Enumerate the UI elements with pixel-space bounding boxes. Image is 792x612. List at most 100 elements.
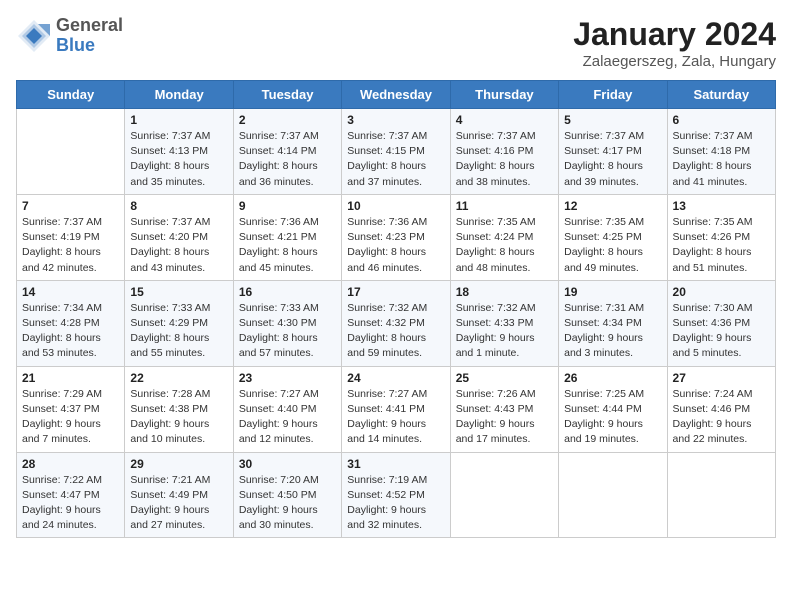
logo: General Blue — [16, 16, 123, 56]
calendar-week-row: 28 Sunrise: 7:22 AMSunset: 4:47 PMDayligh… — [17, 452, 776, 538]
calendar-cell: 28 Sunrise: 7:22 AMSunset: 4:47 PMDayligh… — [17, 452, 125, 538]
day-number: 24 — [347, 371, 444, 385]
page-title: January 2024 — [573, 16, 776, 53]
day-info: Sunrise: 7:37 AMSunset: 4:18 PMDaylight:… — [673, 129, 770, 190]
calendar-cell: 27 Sunrise: 7:24 AMSunset: 4:46 PMDayligh… — [667, 366, 775, 452]
logo-text: General Blue — [56, 16, 123, 56]
day-info: Sunrise: 7:37 AMSunset: 4:17 PMDaylight:… — [564, 129, 661, 190]
day-info: Sunrise: 7:37 AMSunset: 4:15 PMDaylight:… — [347, 129, 444, 190]
calendar-cell: 13Sunrise: 7:35 AMSunset: 4:26 PMDayligh… — [667, 194, 775, 280]
page-subtitle: Zalaegerszeg, Zala, Hungary — [573, 53, 776, 70]
day-info: Sunrise: 7:21 AMSunset: 4:49 PMDaylight:… — [130, 473, 227, 534]
day-info: Sunrise: 7:27 AMSunset: 4:41 PMDaylight:… — [347, 387, 444, 448]
calendar-cell: 9 Sunrise: 7:36 AMSunset: 4:21 PMDaylight… — [233, 194, 341, 280]
calendar-cell — [559, 452, 667, 538]
calendar-week-row: 1Sunrise: 7:37 AMSunset: 4:13 PMDaylight… — [17, 109, 776, 195]
day-info: Sunrise: 7:32 AMSunset: 4:33 PMDaylight:… — [456, 301, 553, 362]
day-number: 13 — [673, 199, 770, 213]
day-number: 26 — [564, 371, 661, 385]
day-number: 31 — [347, 457, 444, 471]
day-info: Sunrise: 7:24 AMSunset: 4:46 PMDaylight:… — [673, 387, 770, 448]
day-info: Sunrise: 7:26 AMSunset: 4:43 PMDaylight:… — [456, 387, 553, 448]
day-info: Sunrise: 7:36 AMSunset: 4:23 PMDaylight:… — [347, 215, 444, 276]
calendar-cell: 3 Sunrise: 7:37 AMSunset: 4:15 PMDaylight… — [342, 109, 450, 195]
day-number: 3 — [347, 113, 444, 127]
calendar-week-row: 7 Sunrise: 7:37 AMSunset: 4:19 PMDaylight… — [17, 194, 776, 280]
day-info: Sunrise: 7:33 AMSunset: 4:29 PMDaylight:… — [130, 301, 227, 362]
calendar-cell: 8 Sunrise: 7:37 AMSunset: 4:20 PMDaylight… — [125, 194, 233, 280]
day-number: 14 — [22, 285, 119, 299]
day-number: 7 — [22, 199, 119, 213]
weekday-header: Thursday — [450, 81, 558, 109]
day-number: 12 — [564, 199, 661, 213]
day-number: 25 — [456, 371, 553, 385]
day-number: 4 — [456, 113, 553, 127]
calendar-cell: 22Sunrise: 7:28 AMSunset: 4:38 PMDayligh… — [125, 366, 233, 452]
day-number: 18 — [456, 285, 553, 299]
day-number: 11 — [456, 199, 553, 213]
weekday-header: Saturday — [667, 81, 775, 109]
calendar-cell: 5 Sunrise: 7:37 AMSunset: 4:17 PMDaylight… — [559, 109, 667, 195]
day-info: Sunrise: 7:32 AMSunset: 4:32 PMDaylight:… — [347, 301, 444, 362]
weekday-header-row: SundayMondayTuesdayWednesdayThursdayFrid… — [17, 81, 776, 109]
day-info: Sunrise: 7:22 AMSunset: 4:47 PMDaylight:… — [22, 473, 119, 534]
day-number: 2 — [239, 113, 336, 127]
day-number: 15 — [130, 285, 227, 299]
day-info: Sunrise: 7:27 AMSunset: 4:40 PMDaylight:… — [239, 387, 336, 448]
calendar-cell — [667, 452, 775, 538]
calendar-cell: 21Sunrise: 7:29 AMSunset: 4:37 PMDayligh… — [17, 366, 125, 452]
day-info: Sunrise: 7:30 AMSunset: 4:36 PMDaylight:… — [673, 301, 770, 362]
calendar-cell: 14 Sunrise: 7:34 AMSunset: 4:28 PMDayligh… — [17, 280, 125, 366]
day-info: Sunrise: 7:19 AMSunset: 4:52 PMDaylight:… — [347, 473, 444, 534]
weekday-header: Monday — [125, 81, 233, 109]
calendar-cell: 6Sunrise: 7:37 AMSunset: 4:18 PMDaylight… — [667, 109, 775, 195]
calendar-cell: 4 Sunrise: 7:37 AMSunset: 4:16 PMDaylight… — [450, 109, 558, 195]
day-info: Sunrise: 7:33 AMSunset: 4:30 PMDaylight:… — [239, 301, 336, 362]
weekday-header: Wednesday — [342, 81, 450, 109]
calendar-cell: 16 Sunrise: 7:33 AMSunset: 4:30 PMDayligh… — [233, 280, 341, 366]
day-info: Sunrise: 7:25 AMSunset: 4:44 PMDaylight:… — [564, 387, 661, 448]
day-number: 28 — [22, 457, 119, 471]
title-block: January 2024 Zalaegerszeg, Zala, Hungary — [573, 16, 776, 70]
day-number: 23 — [239, 371, 336, 385]
calendar-cell: 30Sunrise: 7:20 AMSunset: 4:50 PMDayligh… — [233, 452, 341, 538]
calendar-cell: 1Sunrise: 7:37 AMSunset: 4:13 PMDaylight… — [125, 109, 233, 195]
calendar-cell: 15 Sunrise: 7:33 AMSunset: 4:29 PMDayligh… — [125, 280, 233, 366]
calendar-cell: 19Sunrise: 7:31 AMSunset: 4:34 PMDayligh… — [559, 280, 667, 366]
day-info: Sunrise: 7:29 AMSunset: 4:37 PMDaylight:… — [22, 387, 119, 448]
calendar-week-row: 14 Sunrise: 7:34 AMSunset: 4:28 PMDayligh… — [17, 280, 776, 366]
calendar-cell: 31 Sunrise: 7:19 AMSunset: 4:52 PMDayligh… — [342, 452, 450, 538]
day-info: Sunrise: 7:36 AMSunset: 4:21 PMDaylight:… — [239, 215, 336, 276]
day-number: 27 — [673, 371, 770, 385]
weekday-header: Sunday — [17, 81, 125, 109]
calendar-cell: 7 Sunrise: 7:37 AMSunset: 4:19 PMDaylight… — [17, 194, 125, 280]
day-info: Sunrise: 7:34 AMSunset: 4:28 PMDaylight:… — [22, 301, 119, 362]
calendar-cell: 25 Sunrise: 7:26 AMSunset: 4:43 PMDayligh… — [450, 366, 558, 452]
calendar-cell: 12 Sunrise: 7:35 AMSunset: 4:25 PMDayligh… — [559, 194, 667, 280]
calendar-cell: 11 Sunrise: 7:35 AMSunset: 4:24 PMDayligh… — [450, 194, 558, 280]
weekday-header: Tuesday — [233, 81, 341, 109]
day-info: Sunrise: 7:37 AMSunset: 4:16 PMDaylight:… — [456, 129, 553, 190]
day-number: 9 — [239, 199, 336, 213]
day-number: 1 — [130, 113, 227, 127]
calendar-cell: 2 Sunrise: 7:37 AMSunset: 4:14 PMDaylight… — [233, 109, 341, 195]
day-info: Sunrise: 7:37 AMSunset: 4:19 PMDaylight:… — [22, 215, 119, 276]
calendar-week-row: 21Sunrise: 7:29 AMSunset: 4:37 PMDayligh… — [17, 366, 776, 452]
logo-line1: General — [56, 16, 123, 36]
day-info: Sunrise: 7:35 AMSunset: 4:25 PMDaylight:… — [564, 215, 661, 276]
day-info: Sunrise: 7:35 AMSunset: 4:24 PMDaylight:… — [456, 215, 553, 276]
day-info: Sunrise: 7:20 AMSunset: 4:50 PMDaylight:… — [239, 473, 336, 534]
day-number: 10 — [347, 199, 444, 213]
day-number: 8 — [130, 199, 227, 213]
day-number: 16 — [239, 285, 336, 299]
day-info: Sunrise: 7:37 AMSunset: 4:20 PMDaylight:… — [130, 215, 227, 276]
calendar-table: SundayMondayTuesdayWednesdayThursdayFrid… — [16, 80, 776, 538]
day-info: Sunrise: 7:31 AMSunset: 4:34 PMDaylight:… — [564, 301, 661, 362]
calendar-cell: 10 Sunrise: 7:36 AMSunset: 4:23 PMDayligh… — [342, 194, 450, 280]
day-number: 17 — [347, 285, 444, 299]
page-header: General Blue January 2024 Zalaegerszeg, … — [16, 16, 776, 70]
day-info: Sunrise: 7:37 AMSunset: 4:14 PMDaylight:… — [239, 129, 336, 190]
calendar-cell: 29Sunrise: 7:21 AMSunset: 4:49 PMDayligh… — [125, 452, 233, 538]
logo-icon — [16, 18, 52, 54]
day-number: 5 — [564, 113, 661, 127]
